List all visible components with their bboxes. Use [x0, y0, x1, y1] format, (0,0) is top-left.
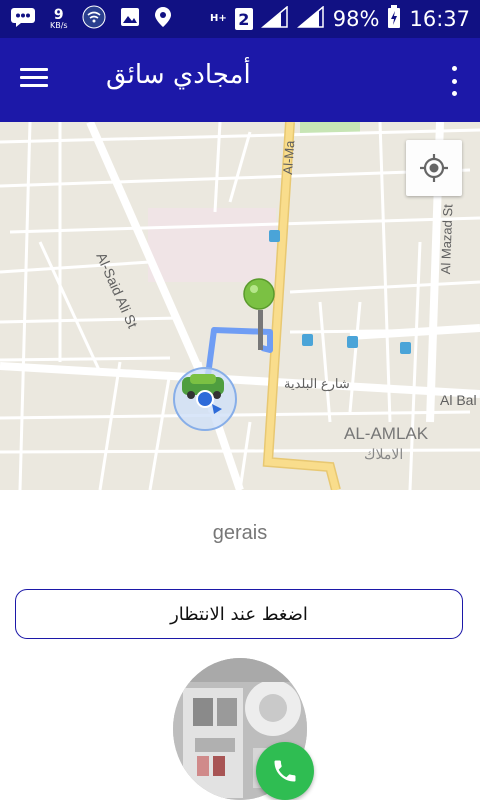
battery-charging-icon	[387, 4, 401, 34]
wait-button[interactable]: اضغط عند الانتظار	[15, 589, 463, 639]
net-speed-unit: KB/s	[50, 21, 68, 30]
net-speed: 9 KB/s	[50, 8, 68, 30]
road-label-al-bal: Al Bal	[440, 392, 477, 408]
map-view[interactable]: Al-Said Ali St Al-Ma Al Mazad St شارع ال…	[0, 122, 480, 490]
app-bar: أمجادي سائق	[0, 38, 480, 122]
wait-button-label: اضغط عند الانتظار	[170, 603, 308, 625]
call-button[interactable]	[256, 742, 314, 800]
network-type: H+	[210, 13, 227, 24]
my-location-button[interactable]	[406, 140, 462, 196]
road-label-al-ma: Al-Ma	[280, 140, 298, 176]
crosshair-icon	[420, 154, 448, 182]
wifi-scan-icon	[82, 5, 106, 33]
page-title: أمجادي سائق	[106, 60, 251, 90]
road-label-baladia: شارع البلدية	[284, 376, 350, 391]
signal-icon	[260, 4, 289, 33]
sim-slot-badge: 2	[234, 8, 253, 30]
clock: 16:37	[409, 7, 470, 31]
signal-icon-2	[296, 4, 325, 33]
menu-icon[interactable]	[20, 64, 52, 96]
driver-name: gerais	[212, 522, 268, 544]
district-label-en: AL-AMLAK	[344, 424, 429, 443]
phone-icon	[274, 760, 296, 782]
district-label-ar: الاملاك	[364, 446, 404, 462]
more-vert-icon[interactable]	[450, 66, 458, 96]
map-area-block	[148, 208, 276, 282]
battery-percent: 98%	[332, 7, 380, 31]
status-bar: 9 KB/s H+ 2 98% 16:37	[0, 0, 480, 38]
location-pin-icon	[154, 6, 172, 32]
chat-icon	[10, 7, 36, 31]
image-icon	[120, 7, 140, 31]
road-label-al-mazad: Al Mazad St	[438, 203, 456, 275]
net-speed-value: 9	[53, 7, 64, 23]
